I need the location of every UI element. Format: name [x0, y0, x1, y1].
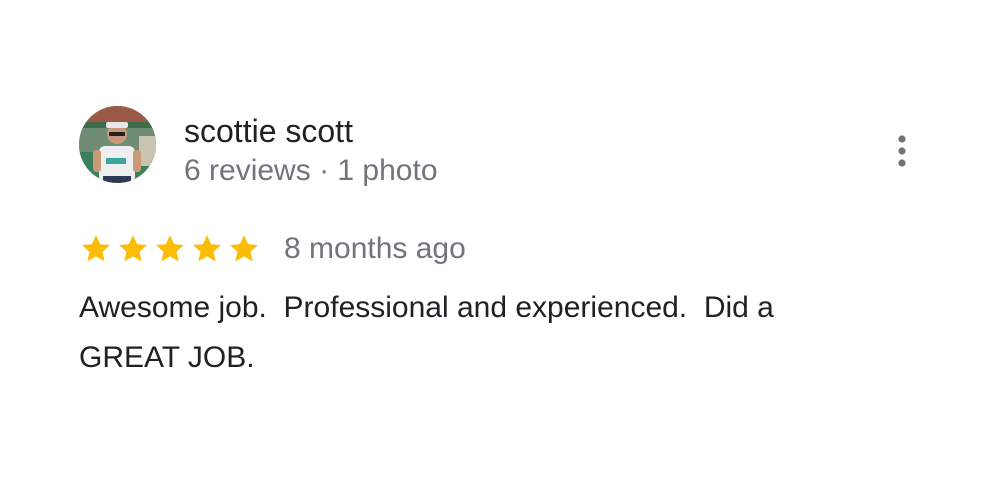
- author-stats: 6 reviews · 1 photo: [184, 151, 438, 191]
- reviews-count: 6 reviews: [184, 154, 311, 187]
- more-vertical-icon: [898, 135, 906, 167]
- review-card: scottie scott 6 reviews · 1 photo 8 mont…: [0, 0, 1000, 500]
- star-rating: [79, 232, 264, 266]
- star-icon: [156, 235, 184, 262]
- photos-count: 1 photo: [337, 154, 438, 187]
- star-icon: [119, 235, 147, 262]
- avatar-photo-icon: [79, 106, 156, 183]
- star-icon: [82, 235, 110, 262]
- more-options-button[interactable]: [882, 126, 922, 176]
- review-text: Awesome job. Professional and experience…: [79, 291, 774, 374]
- author-avatar[interactable]: [79, 106, 156, 183]
- author-name[interactable]: scottie scott: [184, 111, 353, 151]
- meta-separator: ·: [319, 154, 330, 187]
- star-icon: [193, 235, 221, 262]
- star-icon: [230, 235, 258, 262]
- review-time: 8 months ago: [284, 232, 466, 265]
